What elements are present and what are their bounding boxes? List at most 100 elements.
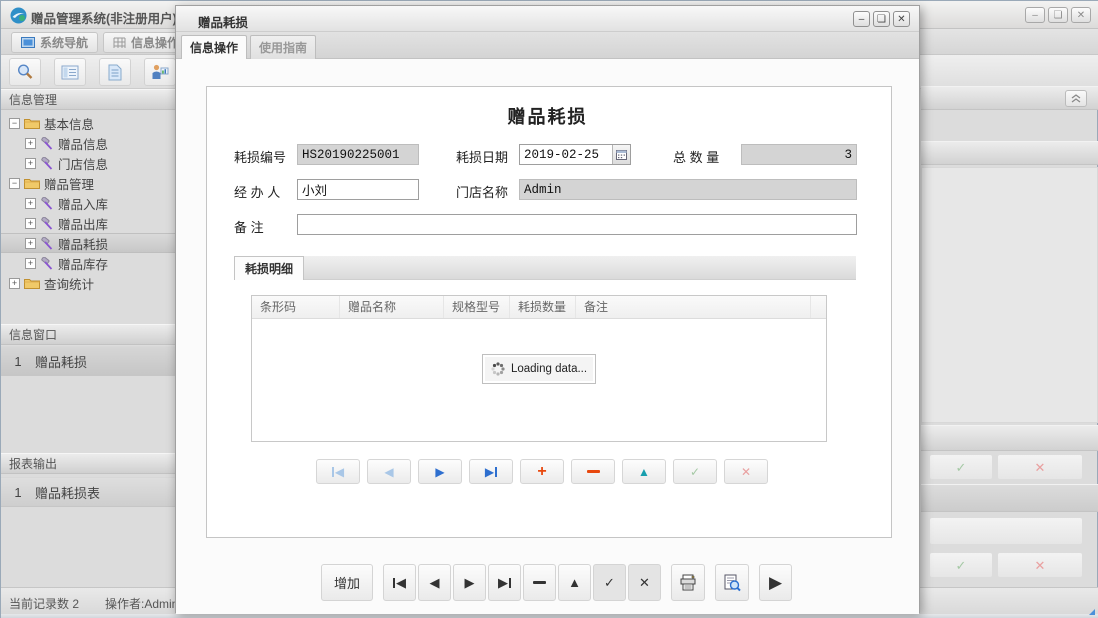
prev-icon: ◀ (384, 466, 393, 478)
expand-node-icon[interactable]: + (9, 278, 20, 289)
tree-node-store-info[interactable]: + 门店信息 (1, 153, 176, 173)
loss-date-field[interactable] (519, 144, 631, 165)
tab-system-nav[interactable]: 系统导航 (11, 32, 98, 53)
calendar-icon (616, 149, 627, 160)
col-barcode[interactable]: 条形码 (252, 296, 340, 318)
form-tool-button[interactable] (54, 58, 86, 86)
expand-node-icon[interactable]: + (25, 218, 36, 229)
operator-label: 操作者:Admin (105, 595, 178, 612)
loss-code-field (297, 144, 419, 165)
print-preview-button[interactable] (715, 564, 749, 601)
grid-cancel-button[interactable]: ✕ (724, 459, 768, 484)
section-info-management[interactable]: 信息管理 (1, 89, 177, 110)
record-first-button[interactable]: ◀ (383, 564, 416, 601)
background-confirm-button[interactable]: ✓ (929, 454, 993, 480)
tool-node-icon (40, 237, 54, 250)
first-icon: ◀ (396, 576, 406, 589)
expand-node-icon[interactable]: + (25, 158, 36, 169)
record-last-button[interactable]: ▶ (488, 564, 521, 601)
minimize-icon: – (1032, 10, 1038, 21)
grid-first-button[interactable]: ◀ (316, 459, 360, 484)
tree-node-gift-loss[interactable]: + 赠品耗损 (1, 233, 176, 253)
handler-field[interactable] (297, 179, 419, 200)
col-remark[interactable]: 备注 (576, 296, 811, 318)
run-button[interactable]: ▶ (759, 564, 792, 601)
minus-icon (533, 581, 546, 584)
tree-node-gift-management[interactable]: − 赠品管理 (1, 173, 176, 193)
section-report-output[interactable]: 报表输出 (1, 453, 177, 474)
grid-last-button[interactable]: ▶ (469, 459, 513, 484)
info-window-row[interactable]: 1 赠品耗损 (1, 346, 177, 376)
tree-node-label: 赠品入库 (58, 194, 108, 213)
first-icon (332, 467, 334, 477)
expand-node-icon[interactable]: + (25, 238, 36, 249)
grid-next-button[interactable]: ▶ (418, 459, 462, 484)
record-prev-button[interactable]: ◀ (418, 564, 451, 601)
expand-node-icon[interactable]: + (25, 198, 36, 209)
loss-date-input[interactable] (520, 145, 612, 164)
background-wide-button[interactable] (929, 517, 1083, 545)
main-window-controls: – ❏ ✕ (1025, 7, 1091, 23)
background-cancel-button[interactable]: ✕ (997, 454, 1083, 480)
background-confirm-button[interactable]: ✓ (929, 552, 993, 578)
detail-tab-loss-detail[interactable]: 耗损明细 (234, 256, 304, 280)
grid-prev-button[interactable]: ◀ (367, 459, 411, 484)
col-spec[interactable]: 规格型号 (444, 296, 510, 318)
record-next-button[interactable]: ▶ (453, 564, 486, 601)
expand-node-icon[interactable]: + (25, 258, 36, 269)
record-save-button[interactable]: ✓ (593, 564, 626, 601)
detail-tabbar: 耗损明细 (234, 256, 856, 280)
grid-insert-button[interactable]: + (520, 459, 564, 484)
grid-navigator: ◀ ◀ ▶ ▶ + ▲ ✓ ✕ (316, 459, 768, 484)
tree-node-gift-outbound[interactable]: + 赠品出库 (1, 213, 176, 233)
tree-node-label: 赠品耗损 (58, 234, 108, 253)
dialog-minimize-button[interactable]: – (853, 11, 870, 27)
tree-node-gift-stock[interactable]: + 赠品库存 (1, 253, 176, 273)
print-button[interactable] (671, 564, 705, 601)
section-info-window[interactable]: 信息窗口 (1, 324, 177, 345)
dialog-titlebar[interactable]: 赠品耗损 – ❏ ✕ (176, 6, 919, 32)
tree-node-basic-info[interactable]: − 基本信息 (1, 113, 176, 133)
check-icon: ✓ (956, 559, 967, 572)
right-panel-bar (921, 141, 1098, 165)
col-loss-qty[interactable]: 耗损数量 (510, 296, 576, 318)
tree-node-query-stats[interactable]: + 查询统计 (1, 273, 176, 293)
folder-icon (24, 117, 40, 129)
restore-button[interactable]: ❏ (1048, 7, 1068, 23)
report-output-row[interactable]: 1 赠品耗损表 (1, 477, 177, 507)
dialog-close-button[interactable]: ✕ (893, 11, 910, 27)
minimize-button[interactable]: – (1025, 7, 1045, 23)
prev-icon: ◀ (430, 576, 440, 589)
user-report-tool-button[interactable] (144, 58, 176, 86)
dialog-window-controls: – ❏ ✕ (853, 11, 910, 27)
collapse-node-icon[interactable]: − (9, 178, 20, 189)
resize-grip[interactable] (1089, 609, 1095, 615)
add-button[interactable]: 增加 (321, 564, 373, 601)
close-button[interactable]: ✕ (1071, 7, 1091, 23)
total-qty-field (741, 144, 857, 165)
remark-field[interactable] (297, 214, 857, 235)
cross-icon: ✕ (1035, 559, 1046, 572)
tree-node-gift-inbound[interactable]: + 赠品入库 (1, 193, 176, 213)
dialog-tab-user-guide[interactable]: 使用指南 (250, 35, 316, 59)
dialog-tab-info-ops[interactable]: 信息操作 (181, 35, 247, 59)
next-icon: ▶ (465, 576, 475, 589)
calendar-dropdown-button[interactable] (612, 145, 630, 164)
record-edit-button[interactable]: ▲ (558, 564, 591, 601)
tree-node-gift-info[interactable]: + 赠品信息 (1, 133, 176, 153)
document-tool-button[interactable] (99, 58, 131, 86)
expand-node-icon[interactable]: + (25, 138, 36, 149)
search-tool-button[interactable] (9, 58, 41, 86)
record-delete-button[interactable] (523, 564, 556, 601)
dialog-maximize-button[interactable]: ❏ (873, 11, 890, 27)
record-cancel-button[interactable]: ✕ (628, 564, 661, 601)
play-icon: ▶ (769, 574, 782, 591)
panel-collapse-button[interactable] (1065, 90, 1087, 107)
collapse-node-icon[interactable]: − (9, 118, 20, 129)
grid-edit-button[interactable]: ▲ (622, 459, 666, 484)
col-gift-name[interactable]: 赠品名称 (340, 296, 444, 318)
grid-post-button[interactable]: ✓ (673, 459, 717, 484)
background-cancel-button[interactable]: ✕ (997, 552, 1083, 578)
grid-delete-button[interactable] (571, 459, 615, 484)
first-icon (393, 578, 395, 588)
